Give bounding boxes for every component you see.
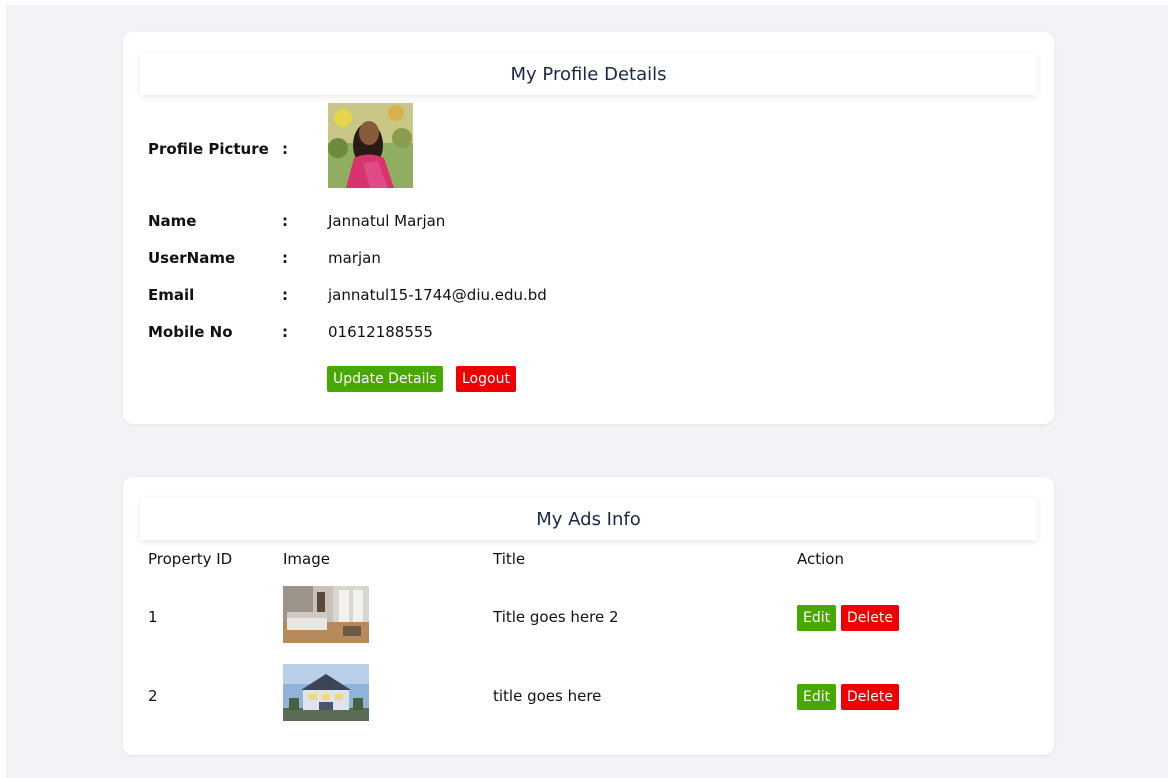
edit-button[interactable]: Edit <box>797 605 837 631</box>
profile-picture-separator: : <box>282 140 288 158</box>
email-separator: : <box>282 286 288 304</box>
name-value: Jannatul Marjan <box>328 212 446 230</box>
property-id-cell: 1 <box>148 608 158 626</box>
mobile-label: Mobile No <box>148 323 233 341</box>
property-id-cell: 2 <box>148 687 158 705</box>
username-label: UserName <box>148 249 236 267</box>
column-header-image: Image <box>283 550 330 568</box>
email-value: jannatul15-1744@diu.edu.bd <box>328 286 547 304</box>
logout-button[interactable]: Logout <box>456 366 516 392</box>
delete-button[interactable]: Delete <box>841 684 899 710</box>
property-image-bedroom <box>283 586 369 643</box>
column-header-property-id: Property ID <box>148 550 233 568</box>
property-image-house <box>283 664 369 721</box>
username-value: marjan <box>328 249 381 267</box>
username-separator: : <box>282 249 288 267</box>
profile-avatar <box>328 103 413 188</box>
name-separator: : <box>282 212 288 230</box>
profile-details-card: My Profile Details Profile Picture : Nam… <box>123 32 1054 424</box>
title-cell: title goes here <box>493 687 602 705</box>
ads-info-card: My Ads Info Property ID Image Title Acti… <box>123 477 1054 755</box>
email-label: Email <box>148 286 195 304</box>
ads-info-title: My Ads Info <box>140 498 1037 540</box>
mobile-value: 01612188555 <box>328 323 433 341</box>
mobile-separator: : <box>282 323 288 341</box>
profile-picture-label: Profile Picture <box>148 140 269 158</box>
column-header-action: Action <box>797 550 844 568</box>
delete-button[interactable]: Delete <box>841 605 899 631</box>
edit-button[interactable]: Edit <box>797 684 837 710</box>
profile-details-title: My Profile Details <box>140 53 1037 95</box>
column-header-title: Title <box>493 550 526 568</box>
update-details-button[interactable]: Update Details <box>327 366 443 392</box>
name-label: Name <box>148 212 197 230</box>
title-cell: Title goes here 2 <box>493 608 619 626</box>
